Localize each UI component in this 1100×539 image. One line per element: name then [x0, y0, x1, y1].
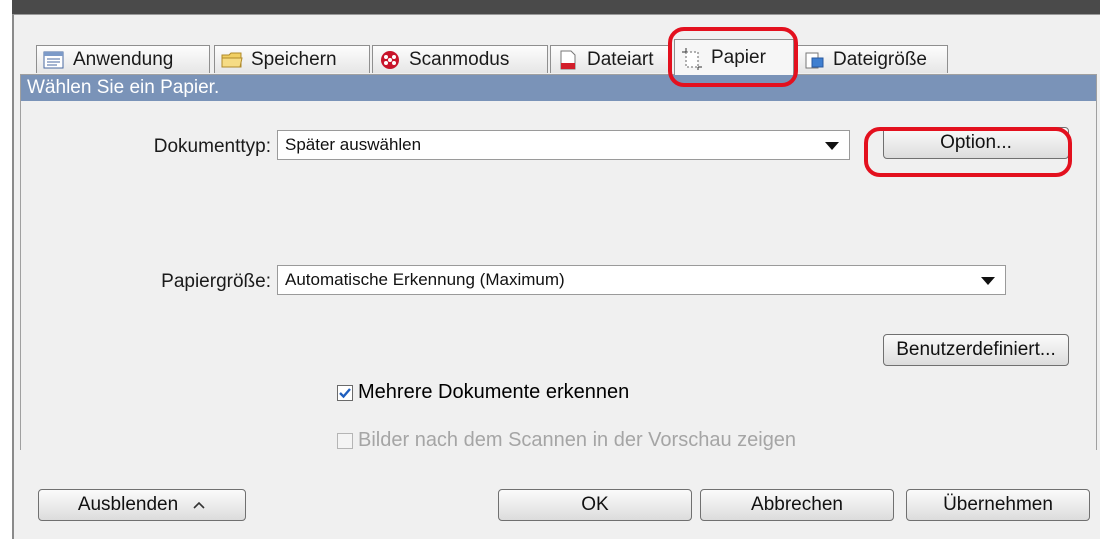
- chevron-up-icon: [192, 494, 206, 516]
- scanmode-dots-icon: [379, 50, 401, 70]
- uebernehmen-button[interactable]: Übernehmen: [906, 489, 1090, 521]
- folder-icon: [221, 50, 243, 70]
- papiergroesse-select[interactable]: Automatische Erkennung (Maximum): [277, 265, 1006, 295]
- checkbox-unchecked-icon[interactable]: [337, 432, 353, 449]
- paper-crop-icon: [681, 47, 703, 70]
- dokumenttyp-select[interactable]: Später auswählen: [277, 130, 850, 160]
- application-list-icon: [43, 50, 65, 70]
- tab-papier-label: Papier: [711, 46, 766, 68]
- preview-label: Bilder nach dem Scannen in der Vorschau …: [358, 429, 797, 451]
- papiergroesse-label: Papiergröße:: [161, 271, 271, 292]
- scan-settings-window: Anwendung Speichern Scanmodus Dateiart P…: [12, 14, 1100, 539]
- tab-speichern-label: Speichern: [251, 48, 337, 70]
- option-button[interactable]: Option...: [883, 127, 1069, 159]
- ausblenden-button[interactable]: Ausblenden: [38, 489, 246, 521]
- tab-scanmodus-label: Scanmodus: [409, 48, 510, 70]
- footer-bar: Ausblenden OK Abbrechen Übernehmen: [14, 450, 1100, 539]
- dokumenttyp-label: Dokumenttyp:: [153, 136, 271, 157]
- dokumenttyp-value: Später auswählen: [285, 135, 422, 154]
- ausblenden-label: Ausblenden: [77, 494, 179, 515]
- ok-button[interactable]: OK: [498, 489, 692, 521]
- tab-dateiart[interactable]: Dateiart: [550, 45, 672, 73]
- tab-dateigroesse-label: Dateigröße: [833, 48, 927, 70]
- section-banner: Wählen Sie ein Papier.: [21, 75, 1096, 101]
- document-red-icon: [557, 50, 579, 70]
- tab-scanmodus[interactable]: Scanmodus: [372, 45, 548, 73]
- benutzerdefiniert-button[interactable]: Benutzerdefiniert...: [883, 334, 1069, 366]
- papiergroesse-value: Automatische Erkennung (Maximum): [285, 270, 565, 289]
- chevron-down-icon[interactable]: [825, 142, 839, 150]
- tab-bar: Anwendung Speichern Scanmodus Dateiart P…: [14, 15, 1100, 81]
- tab-dateiart-label: Dateiart: [587, 48, 654, 70]
- papier-settings-panel: Wählen Sie ein Papier. Dokumenttyp: Spät…: [20, 74, 1097, 452]
- abbrechen-button[interactable]: Abbrechen: [700, 489, 894, 521]
- chevron-down-icon[interactable]: [981, 277, 995, 285]
- multi-docs-label: Mehrere Dokumente erkennen: [358, 381, 630, 403]
- tab-speichern[interactable]: Speichern: [214, 45, 370, 73]
- tab-anwendung-label: Anwendung: [73, 48, 174, 70]
- tab-papier[interactable]: Papier: [674, 39, 794, 75]
- multi-docs-checkbox[interactable]: Mehrere Dokumente erkennen: [337, 381, 629, 404]
- window-top-edge: [12, 0, 1100, 14]
- checkbox-checked-icon[interactable]: [337, 384, 353, 401]
- filesize-icon: [803, 50, 825, 70]
- tab-anwendung[interactable]: Anwendung: [36, 45, 210, 73]
- preview-checkbox[interactable]: Bilder nach dem Scannen in der Vorschau …: [337, 429, 796, 452]
- tab-dateigroesse[interactable]: Dateigröße: [796, 45, 948, 73]
